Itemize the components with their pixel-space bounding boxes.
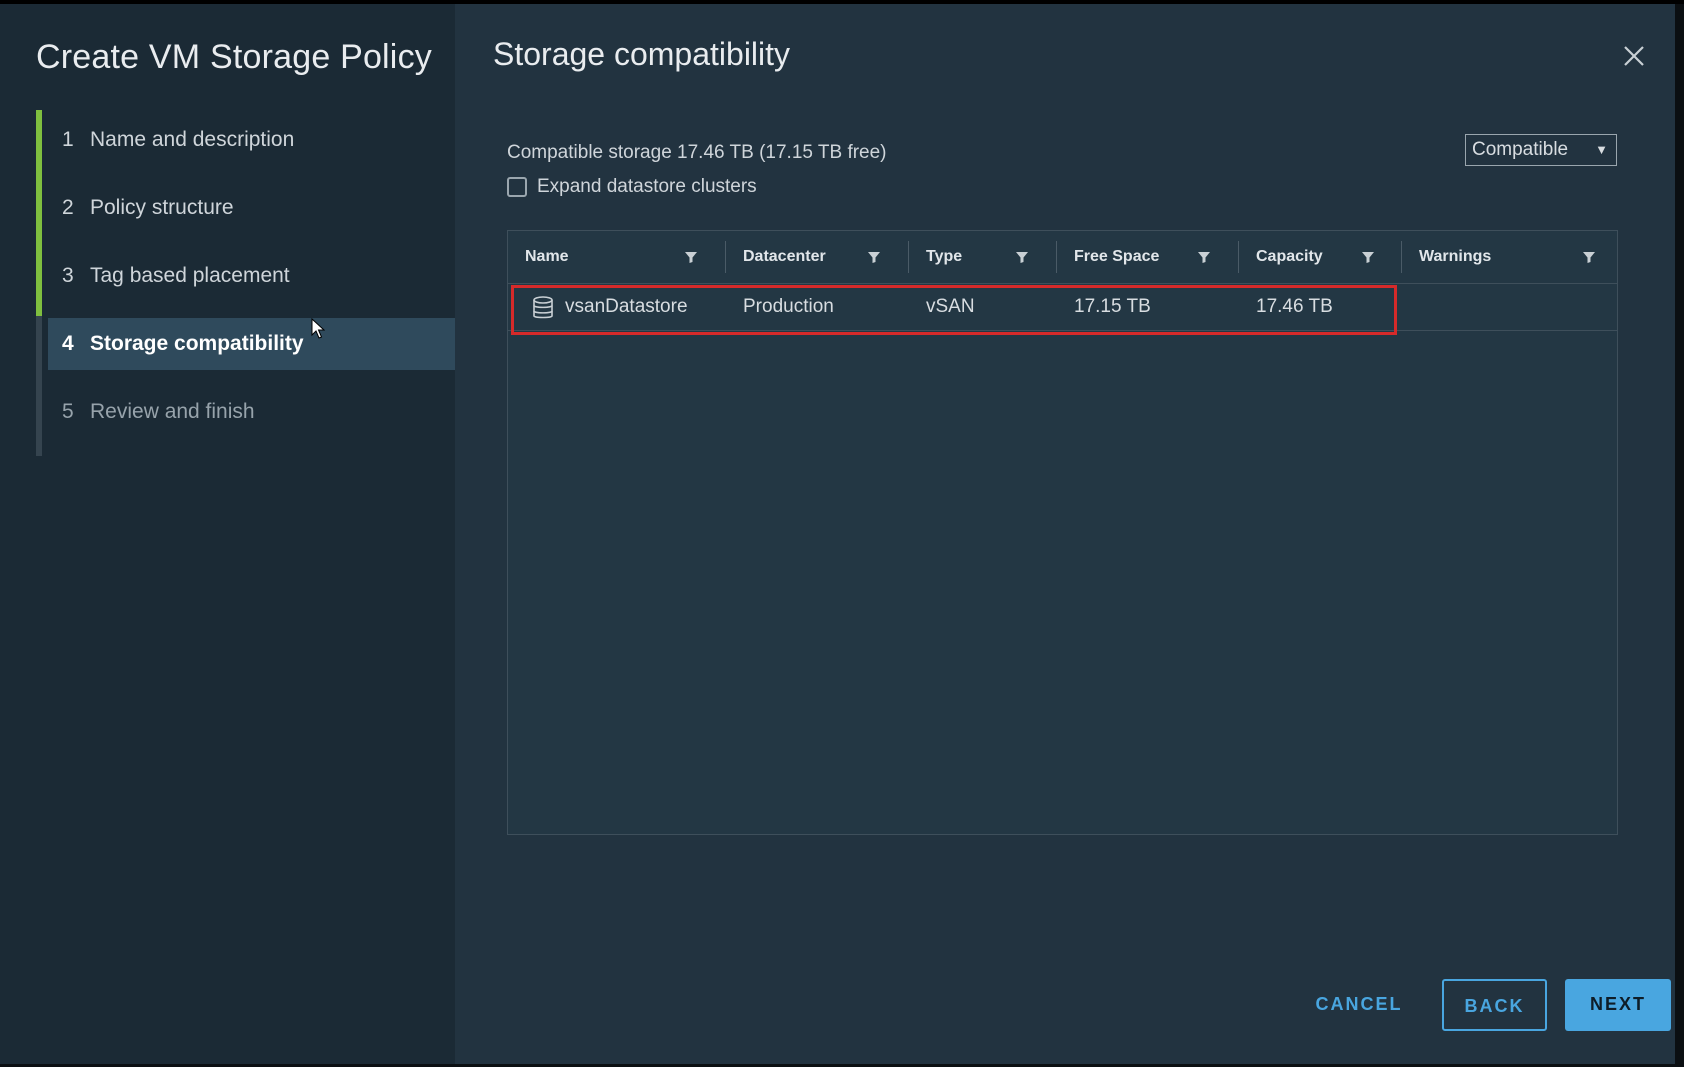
step-number: 1 [62,128,74,151]
column-header-type[interactable]: Type [909,231,1057,283]
column-header-name[interactable]: Name [508,231,726,283]
step-label: Policy structure [90,196,234,219]
cell-type: vSAN [926,296,975,317]
step-label: Review and finish [90,400,255,423]
close-icon[interactable] [1620,42,1648,70]
grid-header: Name Datacenter Type Free Space Capacity… [508,231,1617,284]
cancel-button[interactable]: CANCEL [1295,979,1423,1031]
column-title: Datacenter [743,248,826,265]
column-header-warnings[interactable]: Warnings [1402,231,1617,283]
step-tag-based-placement[interactable]: 3 Tag based placement [48,250,455,302]
step-number: 2 [62,196,74,219]
next-button[interactable]: NEXT [1565,979,1671,1031]
step-label: Tag based placement [90,264,290,287]
column-title: Capacity [1256,248,1323,265]
step-label: Name and description [90,128,295,151]
expand-label: Expand datastore clusters [537,176,757,197]
column-header-capacity[interactable]: Capacity [1239,231,1402,283]
step-policy-structure[interactable]: 2 Policy structure [48,182,455,234]
column-title: Free Space [1074,248,1160,265]
step-number: 3 [62,264,74,287]
page-title: Storage compatibility [493,36,791,72]
column-header-free-space[interactable]: Free Space [1057,231,1239,283]
cell-name[interactable]: vsanDatastore [548,284,726,330]
step-review-and-finish: 5 Review and finish [48,386,455,438]
cell-warnings [1402,284,1617,330]
step-name-and-description[interactable]: 1 Name and description [48,114,455,166]
step-number: 4 [62,332,74,355]
back-button[interactable]: BACK [1442,979,1547,1031]
compatibility-filter-select[interactable]: Compatible ▼ [1465,134,1617,166]
table-row[interactable]: vsanDatastore Production vSAN 17.15 TB 1… [508,284,1617,331]
progress-rail-remaining [36,316,42,456]
column-header-datacenter[interactable]: Datacenter [726,231,909,283]
progress-rail-completed [36,110,42,316]
funnel-icon[interactable] [1015,250,1029,264]
funnel-icon[interactable] [1197,250,1211,264]
cell-free-space: 17.15 TB [1074,296,1151,317]
column-title: Name [525,248,569,265]
funnel-icon[interactable] [867,250,881,264]
step-label: Storage compatibility [90,332,304,355]
cell-datacenter: Production [743,296,834,317]
step-storage-compatibility[interactable]: 4 Storage compatibility [48,318,455,370]
expand-datastore-clusters[interactable]: Expand datastore clusters [507,176,757,198]
column-title: Type [926,248,963,265]
datastore-grid: Name Datacenter Type Free Space Capacity… [507,230,1618,835]
expand-checkbox[interactable] [507,177,527,197]
compatible-storage-summary: Compatible storage 17.46 TB (17.15 TB fr… [507,142,887,163]
step-number: 5 [62,400,74,423]
mouse-cursor-icon [311,318,325,339]
column-title: Warnings [1419,248,1492,265]
wizard-content: Storage compatibility Compatible storage… [455,4,1675,1064]
caret-down-icon: ▼ [1595,142,1608,157]
wizard-dialog: Create VM Storage Policy 1 Name and descr… [0,4,1675,1064]
funnel-icon[interactable] [1582,250,1596,264]
cell-capacity: 17.46 TB [1256,296,1333,317]
filter-selected-value: Compatible [1472,139,1569,160]
funnel-icon[interactable] [1361,250,1375,264]
wizard-title: Create VM Storage Policy [36,38,432,76]
funnel-icon[interactable] [684,250,698,264]
wizard-sidebar: Create VM Storage Policy 1 Name and descr… [0,4,455,1064]
